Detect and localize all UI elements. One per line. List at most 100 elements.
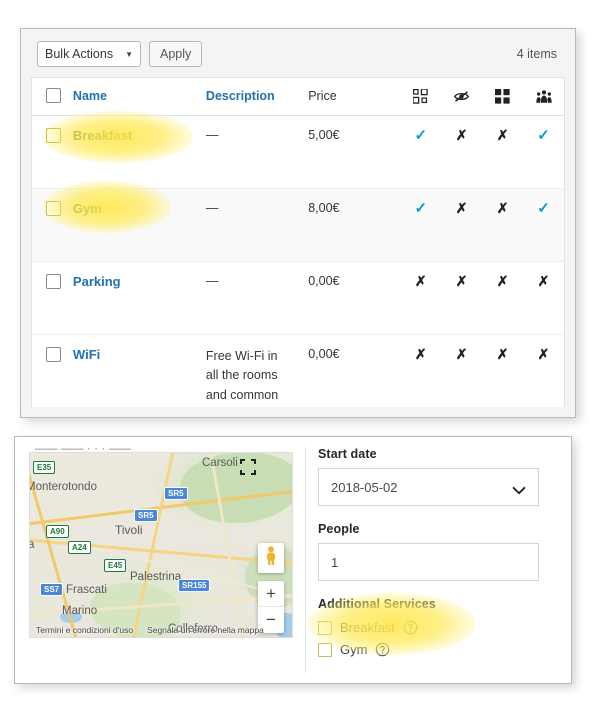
map-road-shield: E45: [104, 559, 127, 572]
services-table-wrapper: Name Description Price Breakfast — 5,00€…: [31, 77, 565, 407]
service-option-label: Gym: [340, 642, 368, 657]
screenshot-root: Bulk Actions ▼ Apply 4 items Name Descri…: [0, 0, 600, 708]
row-flag-group: ✗: [523, 261, 564, 335]
map-fullscreen-button[interactable]: [240, 459, 256, 480]
column-header-price: Price: [308, 78, 401, 116]
row-name-cell: WiFi: [72, 334, 206, 407]
row-flag-hidden: ✗: [441, 261, 483, 335]
select-all-checkbox[interactable]: [46, 88, 61, 103]
row-flag-qr: ✓: [400, 188, 442, 262]
bulk-actions-select[interactable]: Bulk Actions ▼: [37, 41, 141, 67]
row-flag-hidden: ✗: [441, 115, 483, 189]
grid-2x2-icon: [482, 88, 523, 104]
start-date-label: Start date: [318, 447, 377, 461]
row-checkbox-cell: [32, 115, 73, 189]
map-road-shield: E35: [33, 461, 56, 474]
table-row[interactable]: Parking — 0,00€ ✗ ✗ ✗ ✗: [32, 261, 564, 335]
table-body: Breakfast — 5,00€ ✓ ✗ ✗ ✓ Gym — 8,00€ ✓ …: [32, 115, 564, 407]
service-name-link[interactable]: WiFi: [73, 347, 100, 362]
map-place-label: Carsoli: [202, 457, 238, 469]
map-place-label: Palestrina: [130, 571, 182, 583]
start-date-select[interactable]: 2018-05-02: [318, 468, 539, 506]
row-flag-group: ✓: [523, 188, 564, 262]
row-flag-grid: ✗: [482, 334, 524, 407]
select-all-header: [32, 78, 73, 116]
row-flag-hidden: ✗: [441, 188, 483, 262]
row-name-cell: Parking: [72, 261, 206, 335]
table-row[interactable]: Gym — 8,00€ ✓ ✗ ✗ ✓: [32, 188, 564, 262]
row-flag-qr: ✗: [400, 334, 442, 407]
help-circle-icon[interactable]: [403, 620, 418, 635]
map-road-shield: SR5: [164, 487, 188, 500]
row-description-cell: —: [205, 261, 309, 335]
people-input[interactable]: 1: [318, 543, 539, 581]
row-flag-grid: ✗: [482, 115, 524, 189]
row-flag-grid: ✗: [482, 188, 524, 262]
bulk-actions-label: Bulk Actions: [45, 47, 114, 61]
street-view-pegman-icon: [264, 545, 278, 571]
map-column: —— —— · · · —— Carsoli Monterotondo Tivo…: [21, 443, 299, 677]
google-map[interactable]: Carsoli Monterotondo Tivoli Palestrina F…: [29, 452, 293, 638]
table-row[interactable]: WiFi Free Wi-Fi in all the rooms and com…: [32, 334, 564, 407]
map-clipped-header: —— —— · · · ——: [35, 443, 132, 452]
row-description-cell: —: [205, 115, 309, 189]
map-terms-link[interactable]: Termini e condizioni d'uso: [36, 625, 133, 635]
row-description-cell: —: [205, 188, 309, 262]
eye-slash-icon: [441, 89, 482, 104]
row-price-cell: 0,00€: [308, 261, 401, 335]
booking-form: Start date 2018-05-02 People 1 Additiona…: [308, 443, 565, 677]
service-name-link[interactable]: Parking: [73, 274, 121, 289]
map-place-label: Frascati: [66, 584, 107, 596]
chevron-down-icon: [512, 483, 526, 494]
service-name-link[interactable]: Gym: [73, 201, 102, 216]
caret-down-icon: ▼: [125, 49, 133, 59]
service-checkbox[interactable]: [318, 642, 332, 657]
row-checkbox[interactable]: [46, 128, 61, 143]
apply-button[interactable]: Apply: [149, 41, 203, 67]
booking-panel: —— —— · · · —— Carsoli Monterotondo Tivo…: [14, 436, 572, 684]
map-place-label: Monterotondo: [29, 481, 97, 493]
row-name-cell: Gym: [72, 188, 206, 262]
row-checkbox-cell: [32, 261, 73, 335]
service-option-gym[interactable]: Gym: [318, 642, 539, 657]
column-header-grid[interactable]: [482, 78, 524, 116]
row-checkbox[interactable]: [46, 201, 61, 216]
row-checkbox[interactable]: [46, 274, 61, 289]
qr-grid-icon: [400, 88, 441, 104]
row-flag-hidden: ✗: [441, 334, 483, 407]
table-row[interactable]: Breakfast — 5,00€ ✓ ✗ ✗ ✓: [32, 115, 564, 189]
table-toolbar: Bulk Actions ▼ Apply 4 items: [21, 29, 575, 77]
map-place-label: Tivoli: [115, 523, 143, 537]
row-flag-grid: ✗: [482, 261, 524, 335]
map-zoom-in-button[interactable]: +: [258, 581, 284, 607]
column-header-description[interactable]: Description: [205, 78, 309, 116]
column-header-hidden[interactable]: [441, 78, 483, 116]
row-flag-group: ✓: [523, 115, 564, 189]
column-header-name[interactable]: Name: [72, 78, 206, 116]
table-head: Name Description Price: [32, 78, 564, 116]
people-value: 1: [331, 554, 339, 570]
group-users-icon: [523, 89, 564, 104]
map-report-error-link[interactable]: Segnala un errore nella mappa: [147, 625, 264, 635]
map-road-shield: SR5: [134, 509, 158, 522]
people-label: People: [318, 522, 360, 536]
column-header-group[interactable]: [523, 78, 564, 116]
row-checkbox[interactable]: [46, 347, 61, 362]
map-road-shield: A24: [68, 541, 91, 554]
row-price-cell: 5,00€: [308, 115, 401, 189]
row-checkbox-cell: [32, 188, 73, 262]
service-option-breakfast[interactable]: Breakfast: [318, 620, 539, 635]
start-date-value: 2018-05-02: [331, 479, 398, 495]
street-view-pegman-button[interactable]: [258, 543, 284, 573]
column-header-qr-grid[interactable]: [400, 78, 442, 116]
service-checkbox[interactable]: [318, 620, 332, 635]
row-flag-qr: ✗: [400, 261, 442, 335]
items-count: 4 items: [516, 47, 557, 61]
row-name-cell: Breakfast: [72, 115, 206, 189]
services-table: Name Description Price Breakfast — 5,00€…: [32, 78, 564, 407]
help-circle-icon[interactable]: [375, 642, 390, 657]
table-header-row: Name Description Price: [32, 78, 564, 116]
map-place-label: a: [30, 539, 34, 551]
row-flag-qr: ✓: [400, 115, 442, 189]
service-name-link[interactable]: Breakfast: [73, 128, 132, 143]
